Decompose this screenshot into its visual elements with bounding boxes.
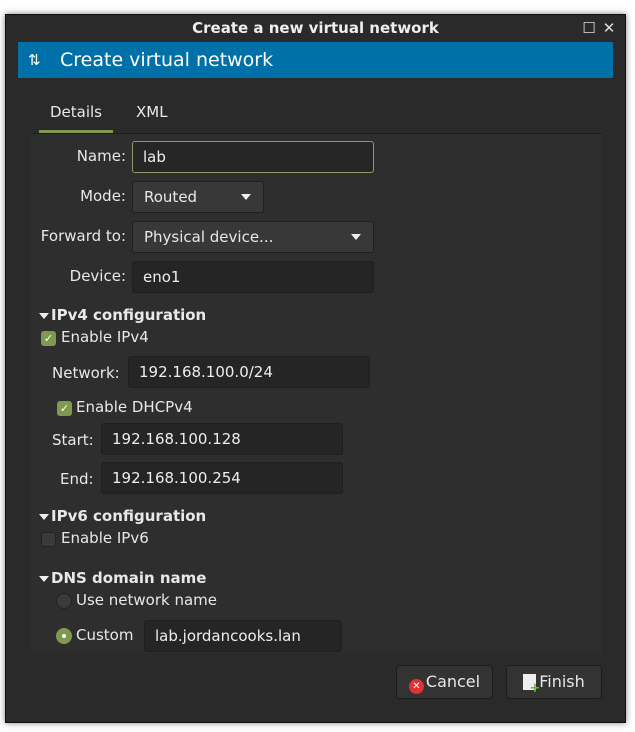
enable-ipv4-checkbox[interactable]: ✓: [41, 331, 56, 346]
cancel-icon: ✕: [408, 679, 424, 694]
dialog-window: Create a new virtual network ☐ ✕ ⇅ Creat…: [5, 14, 626, 723]
network-arrows-icon: ⇅: [28, 51, 41, 69]
dns-expander[interactable]: DNS domain name: [39, 569, 206, 587]
enable-ipv6-label: Enable IPv6: [61, 529, 149, 547]
chevron-down-icon: [351, 234, 361, 240]
custom-radio[interactable]: [56, 628, 72, 644]
custom-label: Custom: [76, 626, 134, 644]
cancel-button[interactable]: ✕ Cancel: [396, 665, 493, 699]
forward-label: Forward to:: [40, 227, 126, 245]
mode-dropdown[interactable]: Routed: [132, 181, 264, 213]
name-label: Name:: [76, 147, 126, 165]
mode-label: Mode:: [80, 187, 126, 205]
custom-domain-input[interactable]: lab.jordancooks.lan: [144, 620, 342, 652]
network-label: Network:: [52, 364, 120, 382]
close-button[interactable]: ✕: [600, 19, 618, 37]
tab-xml[interactable]: XML: [136, 103, 168, 133]
finish-label: Finish: [539, 672, 585, 691]
enable-ipv6-checkbox[interactable]: [41, 532, 56, 547]
ipv4-expander[interactable]: IPv4 configuration: [39, 306, 206, 324]
forward-value: Physical device...: [144, 228, 274, 246]
ipv6-header: IPv6 configuration: [51, 507, 207, 525]
network-input[interactable]: 192.168.100.0/24: [128, 356, 370, 388]
name-input[interactable]: lab: [132, 141, 374, 173]
finish-button[interactable]: Finish: [506, 665, 602, 699]
enable-dhcp-label: Enable DHCPv4: [76, 398, 193, 416]
mode-value: Routed: [144, 188, 198, 206]
dhcp-end-input[interactable]: 192.168.100.254: [101, 462, 343, 494]
use-network-name-radio[interactable]: [56, 593, 72, 609]
device-input[interactable]: eno1: [132, 261, 374, 293]
ipv6-expander[interactable]: IPv6 configuration: [39, 507, 206, 525]
banner-title: Create virtual network: [60, 49, 274, 71]
start-label: Start:: [52, 431, 94, 449]
header-banner: ⇅ Create virtual network: [18, 42, 613, 78]
maximize-button[interactable]: ☐: [580, 19, 598, 37]
end-label: End:: [60, 470, 94, 488]
expander-arrow-icon: [39, 312, 49, 319]
expander-arrow-icon: [39, 513, 49, 520]
device-label: Device:: [69, 267, 126, 285]
expander-arrow-icon: [39, 575, 49, 582]
enable-dhcp-checkbox[interactable]: ✓: [57, 401, 72, 416]
enable-ipv4-label: Enable IPv4: [61, 328, 149, 346]
dns-header: DNS domain name: [51, 569, 207, 587]
tab-details[interactable]: Details: [39, 103, 113, 133]
chevron-down-icon: [241, 194, 251, 200]
use-network-name-label: Use network name: [76, 591, 218, 609]
new-document-icon: [523, 674, 540, 694]
cancel-label: Cancel: [425, 672, 481, 691]
window-title: Create a new virtual network: [192, 19, 439, 37]
forward-dropdown[interactable]: Physical device...: [132, 221, 374, 253]
dhcp-start-input[interactable]: 192.168.100.128: [101, 423, 343, 455]
ipv4-header: IPv4 configuration: [51, 306, 207, 324]
